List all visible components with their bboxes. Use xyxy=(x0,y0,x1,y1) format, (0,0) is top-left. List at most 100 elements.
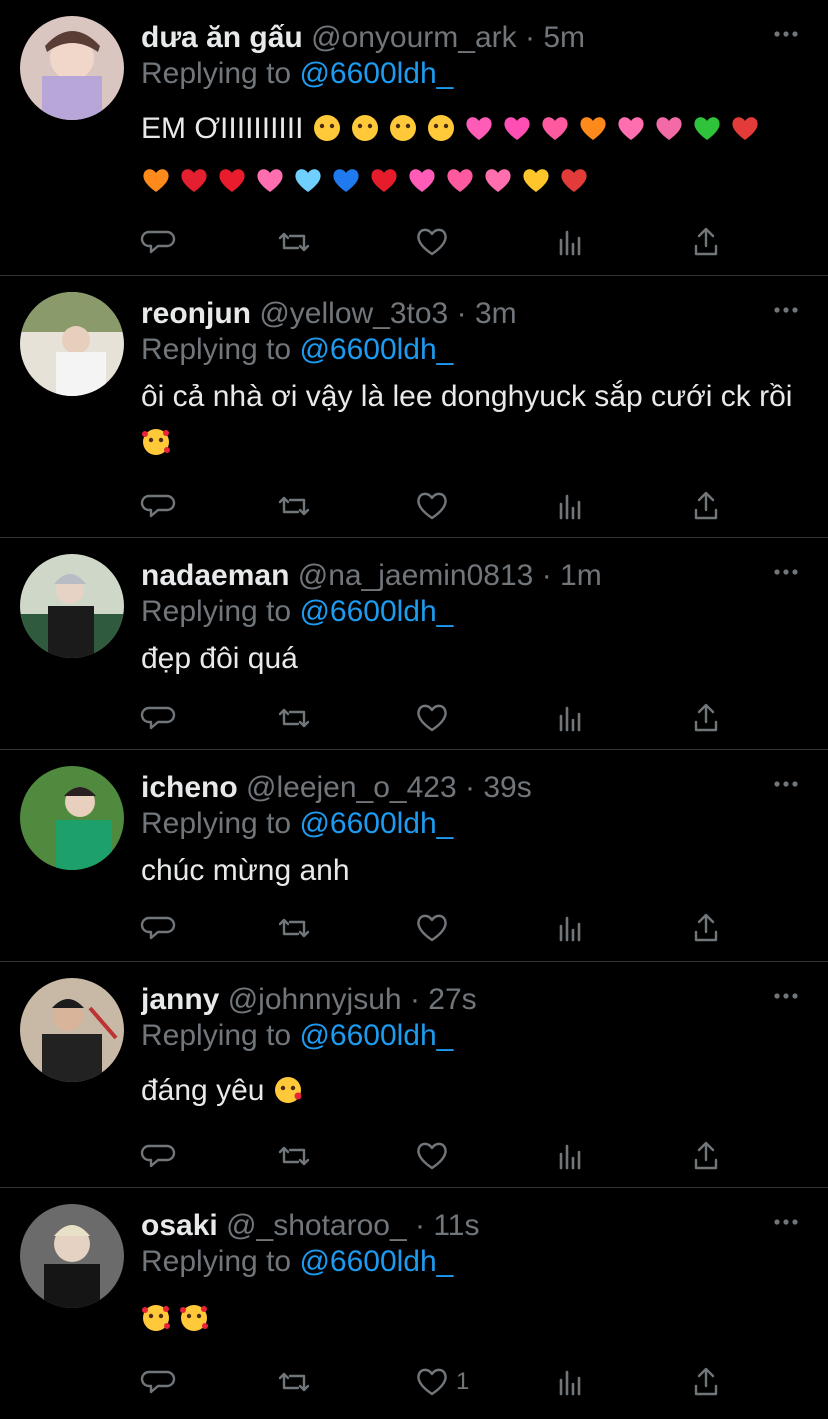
tweet-actions xyxy=(140,1138,828,1174)
retweet-button[interactable] xyxy=(276,1138,316,1174)
like-button[interactable] xyxy=(414,910,454,946)
handle[interactable]: @johnnyjsuh xyxy=(228,983,402,1016)
avatar[interactable] xyxy=(20,292,124,396)
share-icon xyxy=(694,913,718,942)
display-name[interactable]: nadaeman xyxy=(141,559,289,592)
display-name[interactable]: osaki xyxy=(141,1209,218,1242)
like-button[interactable] xyxy=(414,700,454,736)
replying-prefix: Replying to xyxy=(141,595,292,628)
tweet[interactable]: icheno @leejen_o_423 · 39s Replying to @… xyxy=(0,750,828,962)
emoji-group xyxy=(141,426,179,459)
display-name[interactable]: janny xyxy=(141,983,219,1016)
display-name[interactable]: dưa ăn gấu xyxy=(141,21,303,54)
more-icon[interactable] xyxy=(772,298,800,322)
retweet-button[interactable] xyxy=(276,910,316,946)
tweet[interactable]: osaki @_shotaroo_ · 11s Replying to @660… xyxy=(0,1188,828,1419)
replying-handle-link[interactable]: @6600ldh_ xyxy=(299,1019,453,1052)
smiling-hearts-emoji xyxy=(142,1305,170,1331)
timestamp[interactable]: 1m xyxy=(560,559,602,592)
analytics-button[interactable] xyxy=(552,1138,592,1174)
separator-dot: · xyxy=(524,21,535,54)
handle[interactable]: @onyourm_ark xyxy=(311,21,517,54)
display-name[interactable]: icheno xyxy=(141,771,238,804)
tweet-header: nadaeman @na_jaemin0813 · 1m xyxy=(141,556,758,596)
analytics-icon xyxy=(559,1144,581,1170)
replying-prefix: Replying to xyxy=(141,57,292,90)
share-button[interactable] xyxy=(688,488,728,524)
tweet[interactable]: dưa ăn gấu @onyourm_ark · 5m Replying to… xyxy=(0,0,828,276)
analytics-icon xyxy=(559,494,581,520)
reply-button[interactable] xyxy=(140,910,180,946)
analytics-button[interactable] xyxy=(552,1364,592,1400)
replying-to: Replying to @6600ldh_ xyxy=(141,804,453,844)
tweet[interactable]: janny @johnnyjsuh · 27s Replying to @660… xyxy=(0,962,828,1188)
tweet-text: đẹp đôi quá xyxy=(141,636,801,682)
analytics-button[interactable] xyxy=(552,488,592,524)
handle[interactable]: @leejen_o_423 xyxy=(246,771,457,804)
tweet[interactable]: reonjun @yellow_3to3 · 3m Replying to @6… xyxy=(0,276,828,538)
replying-handle-link[interactable]: @6600ldh_ xyxy=(299,333,453,366)
pink-heart-emoji xyxy=(504,117,530,140)
timestamp[interactable]: 3m xyxy=(475,297,517,330)
reply-button[interactable] xyxy=(140,1138,180,1174)
reply-button[interactable] xyxy=(140,1364,180,1400)
handle[interactable]: @_shotaroo_ xyxy=(226,1209,407,1242)
replying-handle-link[interactable]: @6600ldh_ xyxy=(299,807,453,840)
reply-button[interactable] xyxy=(140,700,180,736)
replying-handle-link[interactable]: @6600ldh_ xyxy=(299,1245,453,1278)
reply-icon xyxy=(140,706,176,730)
retweet-button[interactable] xyxy=(276,700,316,736)
like-button[interactable] xyxy=(414,488,454,524)
replying-handle-link[interactable]: @6600ldh_ xyxy=(299,595,453,628)
reply-icon xyxy=(140,916,176,940)
avatar[interactable] xyxy=(20,16,124,120)
tweet-text xyxy=(141,1296,801,1342)
retweet-button[interactable] xyxy=(276,224,316,260)
reply-button[interactable] xyxy=(140,224,180,260)
timestamp[interactable]: 39s xyxy=(483,771,531,804)
exclamation-heart-emoji xyxy=(371,169,397,192)
display-name[interactable]: reonjun xyxy=(141,297,251,330)
timestamp[interactable]: 11s xyxy=(433,1209,479,1242)
more-icon[interactable] xyxy=(772,22,800,46)
analytics-icon xyxy=(559,230,581,256)
more-icon[interactable] xyxy=(772,1210,800,1234)
share-button[interactable] xyxy=(688,700,728,736)
retweet-button[interactable] xyxy=(276,1364,316,1400)
like-button[interactable] xyxy=(414,224,454,260)
avatar[interactable] xyxy=(20,766,124,870)
reply-button[interactable] xyxy=(140,488,180,524)
share-button[interactable] xyxy=(688,1138,728,1174)
reply-icon xyxy=(140,230,176,254)
more-icon[interactable] xyxy=(772,984,800,1008)
timestamp[interactable]: 27s xyxy=(428,983,476,1016)
like-button[interactable]: 1 xyxy=(414,1364,469,1400)
timestamp[interactable]: 5m xyxy=(543,21,585,54)
handle[interactable]: @yellow_3to3 xyxy=(259,297,448,330)
tweet-header: osaki @_shotaroo_ · 11s xyxy=(141,1206,758,1246)
share-icon xyxy=(694,491,718,520)
share-button[interactable] xyxy=(688,224,728,260)
like-button[interactable] xyxy=(414,1138,454,1174)
pleading-emoji xyxy=(389,115,416,141)
replying-prefix: Replying to xyxy=(141,333,292,366)
more-icon[interactable] xyxy=(772,560,800,584)
tweet-actions xyxy=(140,910,828,946)
avatar[interactable] xyxy=(20,978,124,1082)
handle[interactable]: @na_jaemin0813 xyxy=(298,559,534,592)
avatar[interactable] xyxy=(20,1204,124,1308)
tweet-actions xyxy=(140,224,828,260)
share-button[interactable] xyxy=(688,1364,728,1400)
separator-dot: · xyxy=(409,983,420,1016)
tweet-text-content: ôi cả nhà ơi vậy là lee donghyuck sắp cư… xyxy=(141,380,793,413)
more-icon[interactable] xyxy=(772,772,800,796)
replying-handle-link[interactable]: @6600ldh_ xyxy=(299,57,453,90)
tweet[interactable]: nadaeman @na_jaemin0813 · 1m Replying to… xyxy=(0,538,828,750)
avatar[interactable] xyxy=(20,554,124,658)
retweet-button[interactable] xyxy=(276,488,316,524)
replying-to: Replying to @6600ldh_ xyxy=(141,1016,453,1056)
analytics-button[interactable] xyxy=(552,910,592,946)
share-button[interactable] xyxy=(688,910,728,946)
analytics-button[interactable] xyxy=(552,700,592,736)
analytics-button[interactable] xyxy=(552,224,592,260)
